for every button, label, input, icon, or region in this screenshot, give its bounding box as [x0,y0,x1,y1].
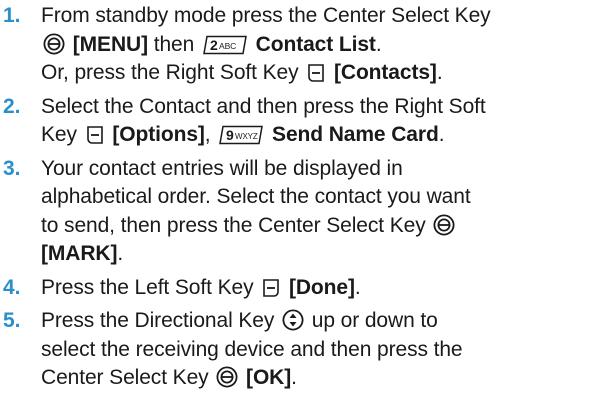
svg-text:2: 2 [210,37,218,53]
step-number: 2. [3,94,21,118]
step-line: Center Select Key [OK]. [41,364,589,393]
step-5: 5. Press the Directional Key up or down … [3,307,589,393]
step-text: Press the Left Soft Key [41,275,260,299]
step-text: to send, then press the Center Select Ke… [41,213,426,237]
ok-label: [OK] [246,366,292,389]
step-line: Press the Left Soft Key [Done]. [41,274,589,303]
step-number: 3. [3,156,21,180]
step-1: 1. From standby mode press the Center Se… [3,2,589,88]
step-line: alphabetical order. Select the contact y… [41,183,589,212]
step-text: up or down to [306,309,438,332]
center-select-key-icon [433,213,455,236]
step-3: 3. Your contact entries will be displaye… [3,155,589,269]
step-text: . [436,61,443,84]
step-line: Press the Directional Key up or down to [41,307,589,336]
step-line: Key [Options], 9 WXYZ Send Name Card. [41,121,589,150]
step-line: Or, press the Right Soft Key [Contacts]. [41,59,589,88]
step-text: Press the Directional Key [41,309,281,332]
step-text: Key [41,123,83,146]
key-2-abc-icon: 2 ABC [202,35,248,55]
center-select-key-icon [43,32,65,55]
step-text: alphabetical order. Select the contact y… [41,185,471,208]
step-number: 4. [3,275,21,299]
send-name-card-label: Send Name Card [272,123,439,146]
step-text: , [204,123,217,146]
step-text: . [291,366,297,389]
svg-text:WXYZ: WXYZ [235,132,258,141]
step-line: to send, then press the Center Select Ke… [41,212,589,241]
step-text: . [117,242,124,265]
svg-text:9: 9 [226,127,234,143]
options-label: [Options] [112,123,205,146]
step-number: 1. [3,4,21,27]
step-text: Center Select Key [41,366,215,389]
step-text: select the receiving device and then pre… [41,337,463,361]
left-soft-key-icon [261,278,281,298]
step-line: [MARK]. [41,240,589,269]
step-text: . [375,32,382,56]
mark-label: [MARK] [41,242,118,265]
menu-key-label: [MENU] [72,32,148,56]
contact-list-label: Contact List [255,32,376,56]
svg-text:ABC: ABC [219,41,236,51]
done-label: [Done] [288,275,355,299]
right-soft-key-icon [85,125,105,145]
right-soft-key-icon [306,63,326,83]
step-line: From standby mode press the Center Selec… [41,2,589,31]
step-text: Or, press the Right Soft Key [41,61,305,84]
step-line: [MENU] then 2 ABC Contact List. [41,31,589,60]
step-text: . [438,123,445,146]
step-number: 5. [3,309,21,332]
step-text: then [147,32,200,56]
instruction-steps: 1. From standby mode press the Center Se… [3,2,589,393]
step-line: select the receiving device and then pre… [41,336,589,365]
step-line: Your contact entries will be displayed i… [41,155,589,184]
step-4: 4. Press the Left Soft Key [Done]. [3,274,589,303]
center-select-key-icon [216,366,238,388]
key-9-wxyz-icon: 9 WXYZ [218,125,264,145]
step-line: Select the Contact and then press the Ri… [41,93,589,122]
directional-key-icon [282,309,304,331]
step-text: From standby mode press the Center Selec… [41,4,491,27]
step-text: . [354,275,361,299]
step-text: Your contact entries will be displayed i… [41,156,403,180]
contacts-label: [Contacts] [333,61,437,84]
step-2: 2. Select the Contact and then press the… [3,93,589,150]
step-text: Select the Contact and then press the Ri… [41,94,486,118]
